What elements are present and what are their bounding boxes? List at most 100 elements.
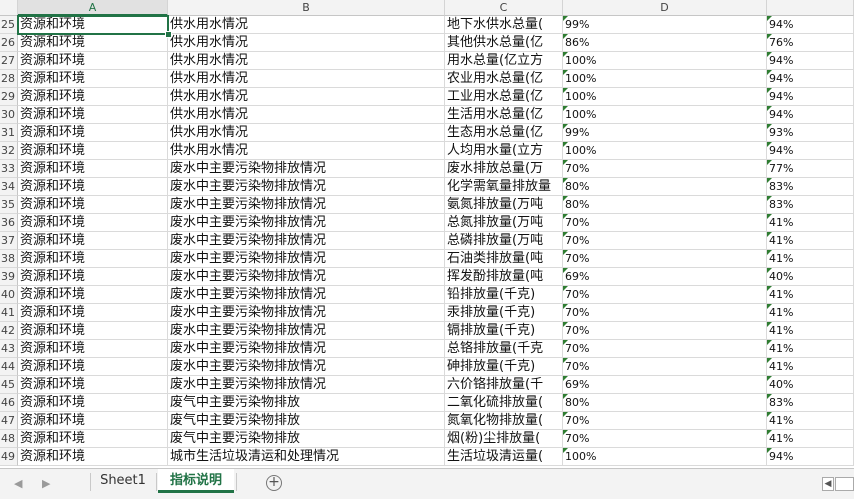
cell[interactable]: 废水中主要污染物排放情况: [168, 250, 445, 268]
cell[interactable]: 70%: [563, 430, 767, 448]
cell[interactable]: 氨氮排放量(万吨: [445, 196, 563, 214]
cell[interactable]: 资源和环境: [18, 412, 168, 430]
cell[interactable]: 40%: [767, 268, 854, 286]
column-header-a[interactable]: A: [18, 0, 168, 16]
row-header[interactable]: 48: [0, 430, 18, 448]
row-header[interactable]: 45: [0, 376, 18, 394]
cell[interactable]: 供水用水情况: [168, 106, 445, 124]
cell[interactable]: 资源和环境: [18, 70, 168, 88]
cell[interactable]: 69%: [563, 268, 767, 286]
cell[interactable]: 资源和环境: [18, 322, 168, 340]
cell[interactable]: 废水中主要污染物排放情况: [168, 232, 445, 250]
cell[interactable]: 资源和环境: [18, 160, 168, 178]
cell[interactable]: 94%: [767, 70, 854, 88]
cell[interactable]: 供水用水情况: [168, 142, 445, 160]
cell[interactable]: 废水中主要污染物排放情况: [168, 376, 445, 394]
cell[interactable]: 资源和环境: [18, 430, 168, 448]
cell[interactable]: 供水用水情况: [168, 124, 445, 142]
cell[interactable]: 废气中主要污染物排放: [168, 394, 445, 412]
cell[interactable]: 资源和环境: [18, 106, 168, 124]
cell[interactable]: 总铬排放量(千克: [445, 340, 563, 358]
cell[interactable]: 挥发酚排放量(吨: [445, 268, 563, 286]
cell[interactable]: 城市生活垃圾清运和处理情况: [168, 448, 445, 466]
cell[interactable]: 铅排放量(千克): [445, 286, 563, 304]
cell[interactable]: 工业用水总量(亿: [445, 88, 563, 106]
cell[interactable]: 资源和环境: [18, 124, 168, 142]
cell[interactable]: 41%: [767, 430, 854, 448]
horizontal-scrollbar[interactable]: ◀: [822, 477, 854, 491]
cell[interactable]: 废气中主要污染物排放: [168, 430, 445, 448]
cell[interactable]: 废水中主要污染物排放情况: [168, 358, 445, 376]
cell[interactable]: 废水中主要污染物排放情况: [168, 196, 445, 214]
cell[interactable]: 70%: [563, 214, 767, 232]
cell[interactable]: 76%: [767, 34, 854, 52]
cell[interactable]: 地下水供水总量(: [445, 16, 563, 34]
cell[interactable]: 人均用水量(立方: [445, 142, 563, 160]
cell[interactable]: 供水用水情况: [168, 70, 445, 88]
row-header[interactable]: 37: [0, 232, 18, 250]
cell[interactable]: 用水总量(亿立方: [445, 52, 563, 70]
cell[interactable]: 资源和环境: [18, 376, 168, 394]
cell[interactable]: 二氧化硫排放量(: [445, 394, 563, 412]
cell[interactable]: 资源和环境: [18, 214, 168, 232]
row-header[interactable]: 47: [0, 412, 18, 430]
cell[interactable]: 资源和环境: [18, 268, 168, 286]
cell[interactable]: 生活垃圾清运量(: [445, 448, 563, 466]
cell[interactable]: 废水中主要污染物排放情况: [168, 268, 445, 286]
cell[interactable]: 资源和环境: [18, 286, 168, 304]
cell[interactable]: 69%: [563, 376, 767, 394]
cell[interactable]: 100%: [563, 70, 767, 88]
scroll-tabs-right-icon[interactable]: ▶: [42, 477, 50, 490]
fill-handle[interactable]: [165, 31, 172, 38]
cell[interactable]: 其他供水总量(亿: [445, 34, 563, 52]
row-header[interactable]: 27: [0, 52, 18, 70]
cell[interactable]: 镉排放量(千克): [445, 322, 563, 340]
cell[interactable]: 70%: [563, 160, 767, 178]
cell[interactable]: 83%: [767, 178, 854, 196]
column-header-c[interactable]: C: [445, 0, 563, 16]
cell[interactable]: 70%: [563, 304, 767, 322]
cell[interactable]: 废水中主要污染物排放情况: [168, 304, 445, 322]
cell[interactable]: 100%: [563, 88, 767, 106]
row-header[interactable]: 41: [0, 304, 18, 322]
cell[interactable]: 70%: [563, 412, 767, 430]
row-header[interactable]: 38: [0, 250, 18, 268]
cell[interactable]: 41%: [767, 340, 854, 358]
cell[interactable]: 废水中主要污染物排放情况: [168, 286, 445, 304]
cell[interactable]: 77%: [767, 160, 854, 178]
row-header[interactable]: 25: [0, 16, 18, 34]
row-header[interactable]: 29: [0, 88, 18, 106]
cell[interactable]: 资源和环境: [18, 394, 168, 412]
row-header[interactable]: 42: [0, 322, 18, 340]
cell[interactable]: 氮氧化物排放量(: [445, 412, 563, 430]
cell[interactable]: 86%: [563, 34, 767, 52]
cell[interactable]: 94%: [767, 52, 854, 70]
cell[interactable]: 资源和环境: [18, 88, 168, 106]
cell[interactable]: 41%: [767, 322, 854, 340]
cell[interactable]: 农业用水总量(亿: [445, 70, 563, 88]
cell[interactable]: 94%: [767, 142, 854, 160]
row-header[interactable]: 33: [0, 160, 18, 178]
cell[interactable]: 汞排放量(千克): [445, 304, 563, 322]
scroll-tabs-left-icon[interactable]: ◀: [14, 477, 22, 490]
cell[interactable]: 41%: [767, 214, 854, 232]
row-header[interactable]: 39: [0, 268, 18, 286]
tab-indicator-description[interactable]: 指标说明: [158, 469, 234, 493]
cell[interactable]: 资源和环境: [18, 52, 168, 70]
cell[interactable]: 70%: [563, 358, 767, 376]
cell[interactable]: 总磷排放量(万吨: [445, 232, 563, 250]
cell[interactable]: 99%: [563, 124, 767, 142]
column-header-e[interactable]: [767, 0, 854, 16]
row-header[interactable]: 30: [0, 106, 18, 124]
row-header[interactable]: 40: [0, 286, 18, 304]
cell[interactable]: 废水中主要污染物排放情况: [168, 178, 445, 196]
row-header[interactable]: 26: [0, 34, 18, 52]
cell[interactable]: 83%: [767, 196, 854, 214]
cell[interactable]: 六价铬排放量(千: [445, 376, 563, 394]
cell[interactable]: 94%: [767, 16, 854, 34]
cell[interactable]: 41%: [767, 232, 854, 250]
row-header[interactable]: 43: [0, 340, 18, 358]
select-all-corner[interactable]: [0, 0, 18, 16]
cell[interactable]: 生活用水总量(亿: [445, 106, 563, 124]
cell[interactable]: 100%: [563, 52, 767, 70]
